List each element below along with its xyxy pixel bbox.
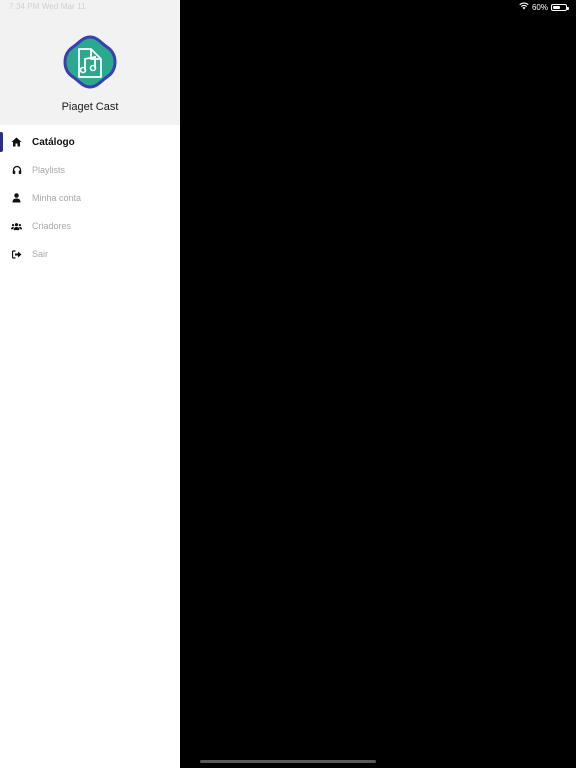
- battery-level: [553, 5, 561, 9]
- menu-item-label: Catálogo: [32, 136, 75, 148]
- user-icon: [11, 193, 22, 204]
- menu-item-catalogo[interactable]: Catálogo: [0, 128, 180, 156]
- drawer-menu: Catálogo Playlists Minha conta Criadores: [0, 128, 180, 268]
- battery-percent: 60%: [531, 2, 548, 12]
- home-icon: [11, 137, 22, 148]
- menu-item-sair[interactable]: Sair: [0, 240, 180, 268]
- menu-item-criadores[interactable]: Criadores: [0, 212, 180, 240]
- sign-out-icon: [11, 249, 22, 260]
- status-time: 7:34 PM Wed Mar 11: [9, 2, 86, 11]
- menu-item-label: Sair: [32, 249, 49, 259]
- app-name: Piaget Cast: [61, 101, 119, 113]
- menu-item-minha-conta[interactable]: Minha conta: [0, 184, 180, 212]
- menu-item-label: Minha conta: [32, 193, 82, 203]
- screen: Piaget Cast Catálogo Playlists Minha con…: [0, 0, 576, 768]
- home-indicator[interactable]: [200, 760, 376, 763]
- battery-icon: [551, 3, 569, 11]
- music-notes-shield-icon: [63, 35, 117, 89]
- drawer-header: Piaget Cast: [0, 0, 180, 125]
- status-indicators: 60%: [519, 2, 569, 12]
- wifi-icon: [519, 2, 529, 12]
- headphones-icon: [11, 165, 22, 176]
- menu-item-playlists[interactable]: Playlists: [0, 156, 180, 184]
- active-indicator: [0, 132, 3, 152]
- users-icon: [11, 221, 22, 232]
- menu-item-label: Playlists: [32, 165, 66, 175]
- navigation-drawer: Piaget Cast Catálogo Playlists Minha con…: [0, 0, 180, 768]
- menu-item-label: Criadores: [32, 221, 72, 231]
